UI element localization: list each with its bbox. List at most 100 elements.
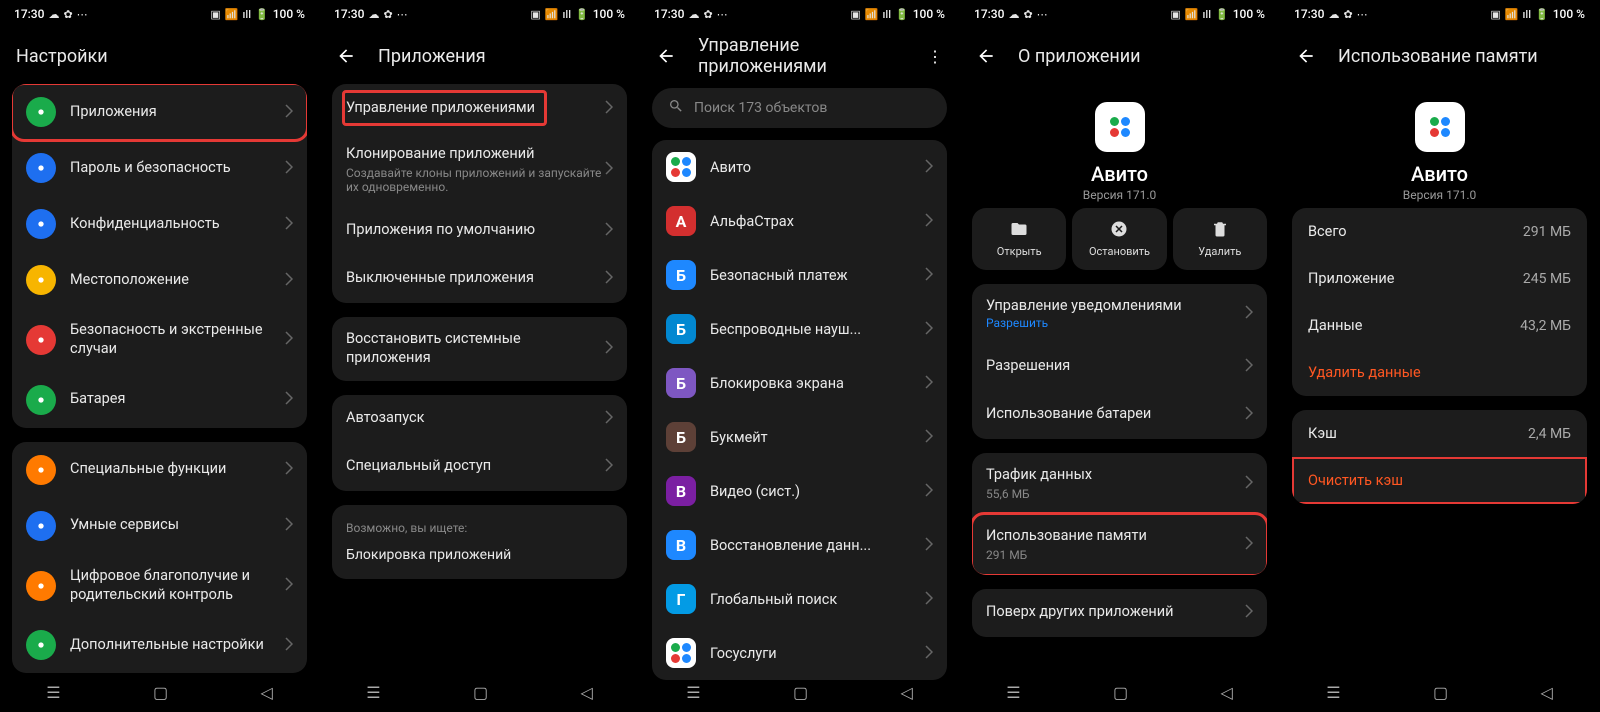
menu-row[interactable]: Клонирование приложенийСоздавайте клоны … [332,132,627,207]
info-row[interactable]: Использование памяти291 МБ [972,514,1267,575]
nav-recents[interactable]: ☰ [1006,683,1020,702]
nav-home[interactable]: ▢ [1113,683,1128,702]
app-label: Беспроводные науш... [710,321,925,338]
app-version: Версия 171.0 [1403,188,1477,202]
nav-home[interactable]: ▢ [1433,683,1448,702]
back-arrow-icon[interactable] [1296,46,1316,66]
info-row[interactable]: Трафик данных55,6 МБ [972,453,1267,514]
folder-icon [1010,220,1028,242]
nav-back[interactable]: ◁ [1220,683,1232,702]
chevron-right-icon [605,339,613,358]
settings-row[interactable]: Батарея [12,372,307,428]
nav-back[interactable]: ◁ [1540,683,1552,702]
menu-row[interactable]: Приложения по умолчанию [332,207,627,255]
nav-home[interactable]: ▢ [153,683,168,702]
app-name: Авито [1411,162,1468,186]
kv-value: 2,4 МБ [1528,426,1571,442]
info-row[interactable]: Поверх других приложений [972,589,1267,637]
chevron-right-icon [605,160,613,179]
settings-row[interactable]: Безопасность и экстренные случаи [12,308,307,372]
stop-icon [1110,220,1128,242]
nav-home[interactable]: ▢ [473,683,488,702]
menu-row[interactable]: Управление приложениями [332,84,627,132]
back-arrow-icon[interactable] [336,46,356,66]
setting-icon [26,511,56,541]
settings-row[interactable]: Приложения [12,84,307,140]
nav-recents[interactable]: ☰ [686,683,700,702]
row-label: Умные сервисы [70,516,285,535]
nav-home[interactable]: ▢ [793,683,808,702]
setting-icon [26,385,56,415]
app-label: Видео (сист.) [710,483,925,500]
storage-row: Всего291 МБ [1292,208,1587,255]
row-label: Пароль и безопасность [70,159,285,178]
nav-back[interactable]: ◁ [580,683,592,702]
setting-icon [26,153,56,183]
chevron-right-icon [925,266,933,285]
info-row[interactable]: Использование батареи [972,391,1267,439]
back-arrow-icon[interactable] [976,46,996,66]
storage-row[interactable]: Удалить данные [1292,349,1587,396]
search-input[interactable]: Поиск 173 объектов [652,88,947,128]
app-row[interactable]: ВВидео (сист.) [652,464,947,518]
storage-row[interactable]: Очистить кэш [1292,457,1587,504]
nav-recents[interactable]: ☰ [1326,683,1340,702]
app-row[interactable]: ВВосстановление данн... [652,518,947,572]
nav-back[interactable]: ◁ [900,683,912,702]
open-button[interactable]: Открыть [972,208,1066,270]
row-label: Местоположение [70,271,285,290]
chevron-right-icon [605,409,613,428]
nav-recents[interactable]: ☰ [366,683,380,702]
kv-key: Удалить данные [1308,364,1421,381]
app-row[interactable]: Авито [652,140,947,194]
action-buttons: Открыть Остановить Удалить [960,208,1279,284]
chevron-right-icon [1245,603,1253,622]
app-label: Блокировка экрана [710,375,925,392]
nav-back[interactable]: ◁ [260,683,272,702]
menu-row[interactable]: Выключенные приложения [332,255,627,303]
row-label: Безопасность и экстренные случаи [70,321,285,359]
kv-value: 291 МБ [1523,224,1571,240]
setting-icon [26,209,56,239]
settings-row[interactable]: Пароль и безопасность [12,140,307,196]
page-title: Настройки [16,46,108,67]
chevron-right-icon [925,590,933,609]
app-row[interactable]: ББлокировка экрана [652,356,947,410]
page-title: Приложения [378,46,486,67]
app-label: Глобальный поиск [710,591,925,608]
storage-group-2: Кэш2,4 МБ Очистить кэш [1292,410,1587,504]
app-row[interactable]: ГГлобальный поиск [652,572,947,626]
delete-button[interactable]: Удалить [1173,208,1267,270]
chevron-right-icon [925,320,933,339]
info-row[interactable]: Управление уведомлениямиРазрешить [972,284,1267,343]
settings-row[interactable]: Умные сервисы [12,498,307,554]
status-time: 17:30 [14,7,44,21]
app-icon: Б [666,314,696,344]
header: Приложения [320,28,639,84]
app-row[interactable]: Б Беспроводные науш... [652,302,947,356]
search-icon [668,98,684,118]
settings-row[interactable]: Конфиденциальность [12,196,307,252]
storage-row: Кэш2,4 МБ [1292,410,1587,457]
settings-row[interactable]: Цифровое благополучие и родительский кон… [12,554,307,618]
app-icon: Б [666,260,696,290]
menu-row[interactable]: Восстановить системные приложения [332,317,627,381]
back-arrow-icon[interactable] [656,46,676,66]
menu-row[interactable]: Автозапуск [332,395,627,443]
settings-row[interactable]: Дополнительные настройки [12,617,307,673]
hint-link[interactable]: Блокировка приложений [346,547,613,563]
page-title: Использование памяти [1338,46,1538,67]
nav-recents[interactable]: ☰ [46,683,60,702]
apps-list: АвитоААльфаСтрахББезопасный платежББеспр… [652,140,947,680]
app-row[interactable]: ББукмейт [652,410,947,464]
kv-key: Очистить кэш [1308,472,1403,489]
settings-row[interactable]: Местоположение [12,252,307,308]
app-row[interactable]: ААльфаСтрах [652,194,947,248]
more-menu-icon[interactable]: ⋮ [927,47,943,66]
info-row[interactable]: Разрешения [972,343,1267,391]
stop-button[interactable]: Остановить [1072,208,1166,270]
menu-row[interactable]: Специальный доступ [332,443,627,491]
settings-row[interactable]: Специальные функции [12,442,307,498]
app-icon [666,638,696,668]
app-row[interactable]: ББезопасный платеж [652,248,947,302]
